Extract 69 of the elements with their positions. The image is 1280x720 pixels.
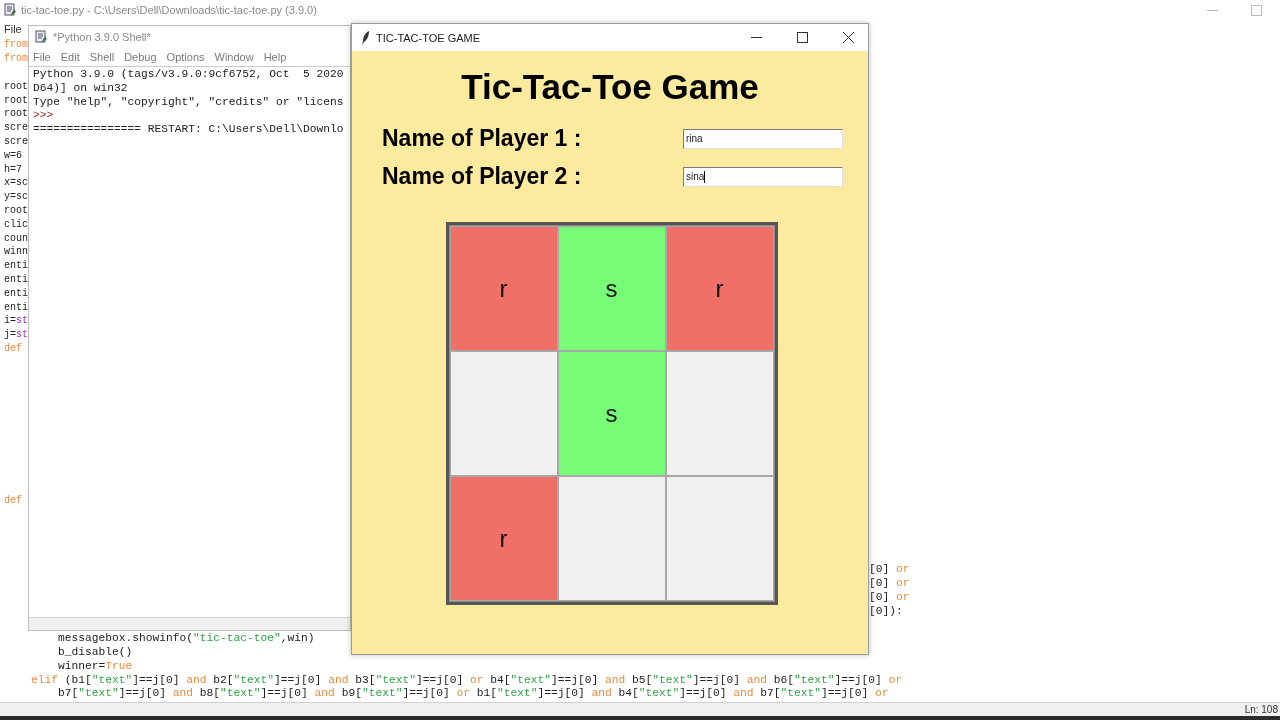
player-name-label: Name of Player 2 : — [382, 163, 582, 190]
code-line: [0] or — [869, 576, 911, 589]
code-line: winn — [3, 246, 28, 258]
menu-item[interactable]: Options — [166, 51, 205, 63]
window-title: TIC-TAC-TOE GAME — [376, 31, 481, 44]
board-cell[interactable]: r — [449, 226, 558, 351]
code-line: [0] or — [869, 590, 911, 603]
board-cell[interactable] — [665, 351, 774, 476]
code-line: from — [3, 53, 28, 65]
code-line: w=6 — [3, 149, 23, 161]
game-heading: Tic-Tac-Toe Game — [460, 67, 760, 107]
code-line: y=sc — [3, 191, 28, 203]
shell-output-line: Python 3.9.0 (tags/v3.9.0:9cf6752, Oct 5 2020 — [33, 68, 344, 82]
close-icon — [842, 32, 854, 43]
menu-item[interactable]: Shell — [89, 51, 115, 63]
shell-output-line: ================ RESTART: C:\Users\Dell\Downlo — [33, 123, 344, 137]
board-cell[interactable]: r — [665, 226, 774, 351]
code-line: [0] or — [869, 563, 911, 576]
code-line: root — [3, 94, 28, 106]
code-line: x=sc — [3, 177, 28, 189]
code-line: from — [3, 39, 28, 51]
menu-item[interactable]: Debug — [124, 51, 157, 63]
menu-item[interactable]: File — [4, 23, 22, 35]
code-line: b7["text"]==j[0] and b8["text"]==j[0] and b9["text"]==j[0] or b1["text"]==j[0] and b4["text"]==j[0] and b7["text"]==j[0] or — [57, 687, 889, 700]
maximize-icon — [796, 32, 808, 43]
code-line: enti — [3, 260, 28, 272]
code-line: [0]): — [869, 604, 904, 617]
feather-icon — [362, 30, 370, 45]
menu-item[interactable]: File — [33, 51, 51, 63]
code-line: enti — [3, 301, 28, 313]
code-line: b_disable() — [57, 645, 133, 658]
code-line: def — [3, 342, 23, 354]
window-title: tic-tac-toe.py - C:\Users\Dell\Downloads\tic-tac-toe.py (3.9.0) — [21, 4, 317, 16]
code-line: coun — [3, 232, 28, 244]
board-cell[interactable] — [665, 476, 774, 601]
maximize-icon — [1250, 4, 1262, 16]
code-line: winner=True — [57, 659, 133, 672]
code-line: j=st — [3, 329, 28, 341]
code-line: h=7 — [3, 163, 23, 175]
code-line: elif (b1["text"]==j[0] and b2["text"]==j[0] and b3["text"]==j[0] or b4["text"]==j[0] and b5["text"]==j[0] and b6["text"]==j[0] or — [31, 673, 903, 686]
code-line: root — [3, 204, 28, 216]
code-line: scre — [3, 135, 28, 147]
window-title: *Python 3.9.0 Shell* — [53, 31, 151, 43]
menu-item[interactable]: Help — [263, 51, 287, 63]
player-name-field[interactable]: sina — [683, 166, 843, 187]
board-cell[interactable] — [557, 476, 666, 601]
code-line: root — [3, 108, 28, 120]
code-line: i=st — [3, 315, 28, 327]
code-line: messagebox.showinfo("tic-tac-toe",win) — [57, 632, 315, 645]
menu-item[interactable]: Window — [214, 51, 254, 63]
board-cell[interactable]: s — [557, 351, 666, 476]
player-name-label: Name of Player 1 : — [382, 125, 582, 152]
code-line: enti — [3, 287, 28, 299]
board-cell[interactable]: r — [449, 476, 558, 601]
line-number-status: Ln: 108 — [1244, 704, 1278, 715]
menu-item[interactable]: Edit — [60, 51, 80, 63]
board-cell[interactable]: s — [557, 226, 666, 351]
code-line: def — [3, 494, 23, 506]
code-line: enti — [3, 273, 28, 285]
file-icon — [4, 3, 17, 17]
code-line: root — [3, 80, 28, 92]
player-name-field[interactable]: rina — [683, 128, 843, 149]
board-cell[interactable] — [449, 351, 558, 476]
code-line: scre — [3, 122, 28, 134]
shell-icon — [35, 30, 48, 44]
shell-output-line: >>> — [33, 109, 54, 124]
code-line: clic — [3, 218, 28, 230]
shell-output-line: Type "help", "copyright", "credits" or "licens — [33, 95, 344, 110]
shell-output-line: D64)] on win32 — [33, 81, 128, 96]
